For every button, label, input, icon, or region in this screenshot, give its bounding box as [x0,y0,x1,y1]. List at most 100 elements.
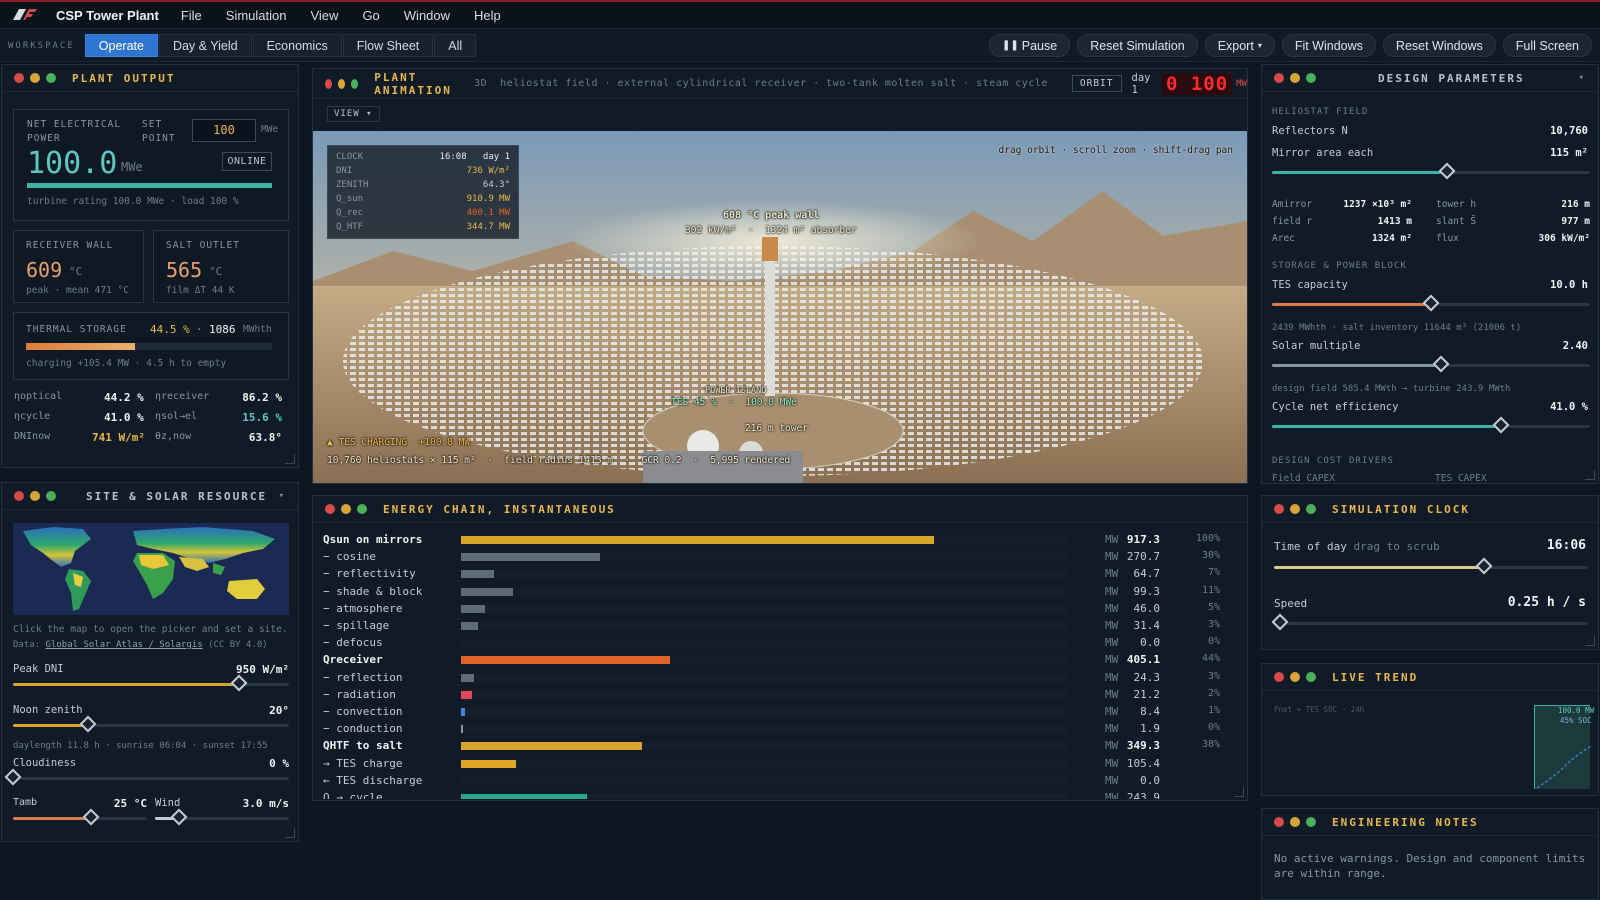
maximize-icon[interactable] [351,78,359,89]
minimize-icon[interactable] [1290,73,1300,83]
energy-chain-row: − reflectivity 64.7 MW 7% [313,565,1228,582]
noon-zenith-slider[interactable] [13,715,289,733]
set-point-input[interactable]: 100 [192,119,256,142]
orbit-button[interactable]: ORBIT [1071,75,1122,92]
cycle-eff-fill [1272,425,1501,428]
fit-windows-button[interactable]: Fit Windows [1281,34,1376,57]
close-icon[interactable] [14,491,24,501]
plant-output-header[interactable]: PLANT OUTPUT [2,65,298,92]
time-of-day-handle[interactable] [1475,557,1493,575]
close-icon[interactable] [325,504,335,514]
resize-handle[interactable] [1585,470,1595,480]
energy-chain-bar [461,725,463,734]
menu-help[interactable]: Help [474,8,501,23]
reset-simulation-button[interactable]: Reset Simulation [1077,34,1198,57]
scene-viewport[interactable]: CLOCK 16:08 day 1 DNI 736 W/m² ZENITH 64.3°… [313,131,1247,483]
energy-chain-value: 405.1 [1126,653,1160,667]
animation-header[interactable]: PLANT ANIMATION 3D heliostat field · ext… [313,69,1247,99]
world-dni-map[interactable] [13,523,289,615]
close-icon[interactable] [1274,504,1284,514]
tes-capacity-handle[interactable] [1422,294,1440,312]
tab-operate[interactable]: Operate [84,34,158,57]
minimize-icon[interactable] [30,491,40,501]
energy-chain-row: − cosine 270.7 MW 30% [313,548,1228,565]
resize-handle[interactable] [1234,787,1244,797]
maximize-icon[interactable] [1306,817,1316,827]
cloudiness-handle[interactable] [4,768,22,786]
minimize-icon[interactable] [1290,672,1300,682]
trend-header[interactable]: LIVE TREND [1262,664,1598,691]
chevron-down-icon[interactable]: ▾ [279,491,284,501]
mirror-area-value: 115 m² [1550,147,1588,159]
wind-slider[interactable] [155,808,289,826]
minimize-icon[interactable] [338,78,346,89]
close-icon[interactable] [325,78,333,89]
maximize-icon[interactable] [1306,504,1316,514]
tes-capacity-slider[interactable] [1272,294,1590,312]
mirror-area-handle[interactable] [1438,162,1456,180]
solar-multiple-slider[interactable] [1272,355,1590,373]
peak-dni-handle[interactable] [230,674,248,692]
resize-handle[interactable] [1585,636,1595,646]
menu-simulation[interactable]: Simulation [226,8,287,23]
energy-chain-unit: MW [1105,550,1119,564]
thermal-storage-label: THERMAL STORAGE [26,324,127,335]
energy-chain-header[interactable]: ENERGY CHAIN, INSTANTANEOUS [313,496,1247,523]
minimize-icon[interactable] [341,504,351,514]
energy-chain-pct: 38% [1201,739,1220,751]
tamb-slider[interactable] [13,808,147,826]
tab-all[interactable]: All [434,34,477,57]
close-icon[interactable] [14,73,24,83]
menu-window[interactable]: Window [404,8,450,23]
design-header[interactable]: DESIGN PARAMETERS ▾ [1262,65,1598,92]
resize-handle[interactable] [285,828,295,838]
close-icon[interactable] [1274,672,1284,682]
reset-windows-button[interactable]: Reset Windows [1382,34,1496,57]
salt-outlet-sub: film ΔT 44 K [166,285,235,296]
maximize-icon[interactable] [1306,73,1316,83]
view-dropdown[interactable]: VIEW ▾ [327,106,380,122]
minimize-icon[interactable] [1290,504,1300,514]
energy-chain-label: − spillage [323,619,390,632]
tes-sub: 2439 MWhth · salt inventory 11644 m³ (21… [1272,323,1522,333]
tab-flow-sheet[interactable]: Flow Sheet [342,34,434,57]
tamb-handle[interactable] [82,808,100,826]
pause-button[interactable]: ❚❚ Pause [988,34,1071,57]
full-screen-button[interactable]: Full Screen [1502,34,1592,57]
maximize-icon[interactable] [1306,672,1316,682]
chevron-down-icon[interactable]: ▾ [1579,73,1584,83]
maximize-icon[interactable] [46,73,56,83]
minimize-icon[interactable] [1290,817,1300,827]
cycle-eff-slider[interactable] [1272,416,1590,434]
time-of-day-slider[interactable] [1274,557,1588,575]
solar-multiple-handle[interactable] [1432,355,1450,373]
export-button[interactable]: Export ▾ [1204,34,1275,57]
data-source-link[interactable]: Global Solar Atlas / Solargis [46,640,203,650]
clock-header[interactable]: SIMULATION CLOCK [1262,496,1598,523]
close-icon[interactable] [1274,73,1284,83]
energy-chain-pct: 0% [1207,722,1220,734]
cycle-eff-handle[interactable] [1492,416,1510,434]
resize-handle[interactable] [285,454,295,464]
panel-title: LIVE TREND [1332,670,1419,684]
noon-zenith-handle[interactable] [79,715,97,733]
peak-dni-slider[interactable] [13,674,289,692]
salt-outlet-value: 565 [166,258,203,282]
menu-go[interactable]: Go [362,8,379,23]
salt-outlet-card: SALT OUTLET 565 °C film ΔT 44 K [153,230,289,303]
cloudiness-slider[interactable] [4,768,289,786]
maximize-icon[interactable] [357,504,367,514]
speed-handle[interactable] [1271,613,1289,631]
menu-file[interactable]: File [181,8,202,23]
maximize-icon[interactable] [46,491,56,501]
speed-slider[interactable] [1271,613,1588,631]
minimize-icon[interactable] [30,73,40,83]
tab-economics[interactable]: Economics [252,34,342,57]
close-icon[interactable] [1274,817,1284,827]
tab-day-yield[interactable]: Day & Yield [158,34,252,57]
menu-view[interactable]: View [310,8,338,23]
site-panel-header[interactable]: SITE & SOLAR RESOURCE ▾ [2,483,298,510]
wind-handle[interactable] [170,808,188,826]
mirror-area-slider[interactable] [1272,162,1590,180]
notes-header[interactable]: ENGINEERING NOTES [1262,809,1598,836]
